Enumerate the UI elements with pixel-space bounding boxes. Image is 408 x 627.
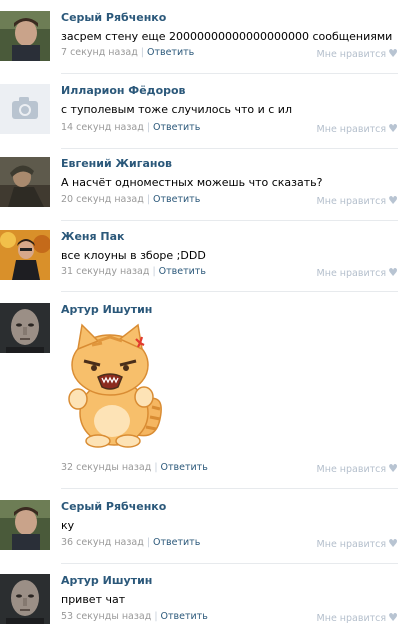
comment-meta: 7 секунд назад | Ответить — [61, 47, 194, 58]
separator: | — [152, 266, 156, 277]
reply-button[interactable]: Ответить — [153, 537, 200, 548]
reply-button[interactable]: Ответить — [159, 266, 206, 277]
like-label: Мне нравится — [316, 539, 387, 550]
comment-text: засрем стену еще 20000000000000000000 со… — [61, 30, 393, 43]
like-label: Мне нравится — [316, 49, 387, 60]
comment-meta: 14 секунд назад | Ответить — [61, 122, 200, 133]
like-button[interactable]: Мне нравится ♥ — [317, 611, 398, 624]
comment-author[interactable]: Илларион Фёдоров — [61, 84, 186, 97]
comment-time[interactable]: 36 секунд назад — [61, 537, 144, 548]
reply-button[interactable]: Ответить — [147, 47, 194, 58]
divider — [61, 73, 398, 74]
divider — [61, 148, 398, 149]
like-label: Мне нравится — [316, 196, 387, 207]
like-button[interactable]: Мне нравится ♥ — [317, 462, 398, 475]
comment-time[interactable]: 53 секунды назад — [61, 611, 151, 622]
reply-button[interactable]: Ответить — [161, 462, 208, 473]
comment-meta: 36 секунд назад | Ответить — [61, 537, 200, 548]
comment-author[interactable]: Артур Ишутин — [61, 574, 152, 587]
heart-icon: ♥ — [388, 194, 398, 207]
comment-meta: 31 секунду назад | Ответить — [61, 266, 206, 277]
like-label: Мне нравится — [316, 268, 387, 279]
divider — [61, 291, 398, 292]
separator: | — [146, 194, 151, 205]
separator: | — [146, 122, 151, 133]
like-button[interactable]: Мне нравится ♥ — [317, 537, 398, 550]
comment-time[interactable]: 14 секунд назад — [61, 122, 144, 133]
like-label: Мне нравится — [316, 464, 387, 475]
avatar[interactable] — [0, 157, 50, 207]
separator: | — [146, 537, 151, 548]
reply-button[interactable]: Ответить — [153, 122, 200, 133]
comment-time[interactable]: 32 секунды назад — [61, 462, 151, 473]
like-label: Мне нравится — [316, 613, 387, 624]
comment-time[interactable]: 20 секунд назад — [61, 194, 144, 205]
avatar[interactable] — [0, 84, 50, 134]
comment-author[interactable]: Евгений Жиганов — [61, 157, 172, 170]
comment-author[interactable]: Женя Пак — [61, 230, 125, 243]
heart-icon: ♥ — [388, 122, 398, 135]
comment-time[interactable]: 7 секунд назад — [61, 47, 138, 58]
avatar[interactable] — [0, 500, 50, 550]
avatar[interactable] — [0, 230, 50, 280]
comment-text: с туполевым тоже случилось что и с ил — [61, 103, 292, 116]
avatar[interactable] — [0, 303, 50, 353]
like-button[interactable]: Мне нравится ♥ — [317, 122, 398, 135]
comment-meta: 53 секунды назад | Ответить — [61, 611, 208, 622]
heart-icon: ♥ — [388, 611, 398, 624]
reply-button[interactable]: Ответить — [153, 194, 200, 205]
heart-icon: ♥ — [388, 537, 398, 550]
avatar[interactable] — [0, 11, 50, 61]
like-button[interactable]: Мне нравится ♥ — [317, 266, 398, 279]
comment-meta: 20 секунд назад | Ответить — [61, 194, 200, 205]
comment-text: ку — [61, 519, 75, 532]
comment-meta: 32 секунды назад | Ответить — [61, 462, 208, 473]
avatar[interactable] — [0, 574, 50, 624]
comment-text: привет чат — [61, 593, 126, 606]
separator: | — [154, 611, 158, 622]
divider — [61, 563, 398, 564]
like-button[interactable]: Мне нравится ♥ — [317, 194, 398, 207]
like-button[interactable]: Мне нравится ♥ — [317, 47, 398, 60]
like-label: Мне нравится — [316, 124, 387, 135]
divider — [61, 220, 398, 221]
heart-icon: ♥ — [388, 462, 398, 475]
separator: | — [154, 462, 158, 473]
comment-text: все клоуны в зборе ;DDD — [61, 249, 206, 262]
comment-author[interactable]: Артур Ишутин — [61, 303, 152, 316]
comment-author[interactable]: Серый Рябченко — [61, 11, 166, 24]
comment-text: А насчёт одноместных можешь что сказать? — [61, 176, 323, 189]
separator: | — [140, 47, 144, 58]
angry-cat-sticker — [56, 321, 176, 452]
divider — [61, 488, 398, 489]
comment-time[interactable]: 31 секунду назад — [61, 266, 149, 277]
comment-author[interactable]: Серый Рябченко — [61, 500, 166, 513]
heart-icon: ♥ — [388, 266, 398, 279]
heart-icon: ♥ — [388, 47, 398, 60]
reply-button[interactable]: Ответить — [161, 611, 208, 622]
